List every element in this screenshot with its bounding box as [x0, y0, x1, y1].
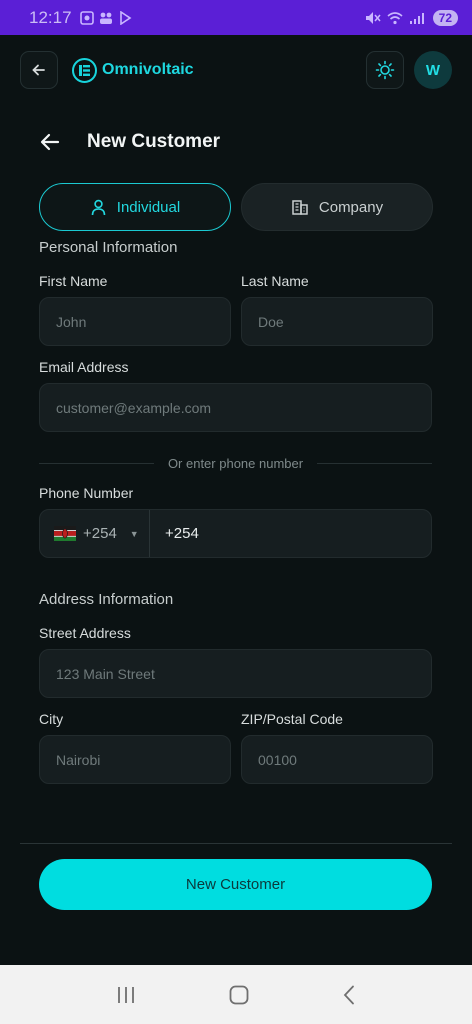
wifi-icon [387, 11, 403, 24]
page-heading: New Customer [39, 122, 220, 162]
status-time: 12:17 [29, 7, 72, 27]
zip-label: ZIP/Postal Code [241, 711, 343, 727]
people-icon [99, 12, 112, 24]
play-icon [119, 10, 131, 25]
country-code: +254 [83, 525, 117, 542]
divider-text: Or enter phone number [167, 455, 304, 471]
phone-field[interactable]: +254 [150, 525, 199, 542]
email-label: Email Address [39, 359, 129, 375]
first-name-field[interactable]: John [39, 297, 231, 346]
logo-icon [72, 57, 97, 83]
phone-input-group: +254 ▼ +254 [39, 509, 432, 558]
mute-icon [365, 11, 381, 24]
street-label: Street Address [39, 625, 131, 641]
header-back-button[interactable] [20, 51, 58, 89]
home-icon[interactable] [228, 984, 250, 1006]
user-avatar[interactable]: W [414, 51, 452, 89]
theme-toggle-button[interactable] [366, 51, 404, 89]
nav-back-icon[interactable] [341, 984, 357, 1006]
company-tab[interactable]: Company [241, 183, 433, 231]
divider-line [317, 462, 433, 464]
system-nav-bar [0, 965, 472, 1024]
header-actions: W [366, 51, 452, 89]
status-bar: 12:17 72 [0, 0, 472, 35]
screenshot-icon [79, 10, 94, 25]
kenya-flag-icon [54, 526, 76, 541]
address-info-heading: Address Information [39, 591, 174, 608]
company-tab-label: Company [318, 198, 384, 216]
personal-info-heading: Personal Information [39, 239, 178, 256]
individual-tab[interactable]: Individual [39, 183, 231, 231]
battery-level: 72 [432, 9, 458, 26]
person-icon [91, 199, 106, 215]
back-arrow-icon[interactable] [39, 132, 61, 152]
divider-line [39, 462, 154, 464]
last-name-label: Last Name [241, 273, 309, 289]
signal-icon [409, 12, 424, 24]
chevron-down-icon: ▼ [129, 528, 139, 539]
app-header: Omnivoltaic W [0, 35, 472, 105]
status-right: 72 [365, 9, 458, 26]
street-field[interactable]: 123 Main Street [39, 649, 432, 698]
city-label: City [39, 711, 64, 727]
country-code-select[interactable]: +254 ▼ [40, 510, 150, 557]
footer-divider [20, 843, 452, 844]
submit-button[interactable]: New Customer [39, 859, 432, 910]
sun-icon [375, 60, 395, 80]
or-divider: Or enter phone number [39, 454, 433, 472]
zip-field[interactable]: 00100 [241, 735, 433, 784]
email-field[interactable]: customer@example.com [39, 383, 432, 432]
last-name-field[interactable]: Doe [241, 297, 433, 346]
app-name: Omnivoltaic [102, 61, 194, 78]
city-field[interactable]: Nairobi [39, 735, 231, 784]
page-title: New Customer [87, 131, 221, 152]
first-name-label: First Name [39, 273, 108, 289]
phone-label: Phone Number [39, 485, 134, 501]
recents-icon[interactable] [115, 985, 137, 1005]
individual-tab-label: Individual [116, 198, 181, 216]
building-icon [292, 200, 308, 215]
notification-icons [79, 10, 132, 25]
app-logo[interactable]: Omnivoltaic [72, 57, 194, 83]
back-arrow-icon [32, 64, 45, 76]
